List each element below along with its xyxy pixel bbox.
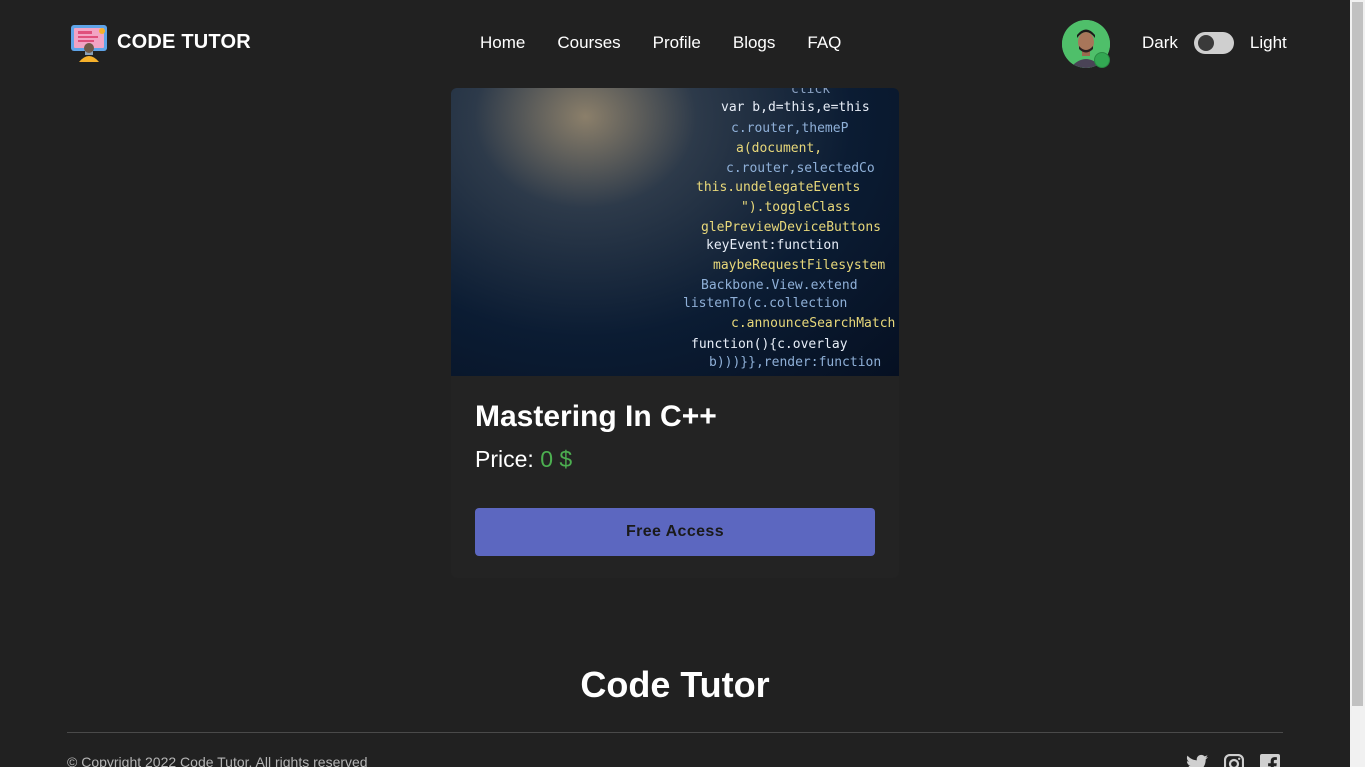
nav-faq[interactable]: FAQ xyxy=(807,33,841,53)
page: CODE TUTOR Home Courses Profile Blogs FA… xyxy=(0,0,1350,767)
code-line: keyEvent:function xyxy=(706,238,840,253)
code-line: maybeRequestFilesystem xyxy=(713,258,886,273)
twitter-icon[interactable] xyxy=(1186,754,1208,767)
price-value: 0 $ xyxy=(540,446,573,472)
theme-switch: Dark Light xyxy=(1142,32,1287,54)
code-line: b)))}},render:function xyxy=(709,355,882,370)
nav-blogs[interactable]: Blogs xyxy=(733,33,776,53)
course-image: click var b,d=this,e=this c.router,theme… xyxy=(451,88,899,376)
copyright-text: © Copyright 2022 Code Tutor. All rights … xyxy=(67,754,368,767)
social-links xyxy=(1186,754,1280,767)
course-title: Mastering In C++ xyxy=(475,400,717,433)
facebook-icon[interactable] xyxy=(1260,754,1280,767)
code-line: var b,d=this,e=this xyxy=(721,100,870,115)
course-price: Price: 0 $ xyxy=(475,446,572,473)
price-label: Price: xyxy=(475,446,534,472)
brand[interactable]: CODE TUTOR xyxy=(69,22,251,62)
nav-links: Home Courses Profile Blogs FAQ xyxy=(480,33,841,53)
scrollbar-thumb[interactable] xyxy=(1352,2,1363,706)
code-line: this.undelegateEvents xyxy=(696,180,861,195)
theme-toggle[interactable] xyxy=(1193,32,1234,54)
code-line: c.router,selectedCo xyxy=(726,161,875,176)
code-line: function(){c.overlay xyxy=(691,337,848,352)
footer-title: Code Tutor xyxy=(580,664,770,705)
brand-name: CODE TUTOR xyxy=(117,30,251,53)
code-line: glePreviewDeviceButtons xyxy=(701,220,882,235)
free-access-button[interactable]: Free Access xyxy=(475,508,875,556)
navbar: CODE TUTOR Home Courses Profile Blogs FA… xyxy=(67,0,1287,88)
computer-monitor-icon xyxy=(69,22,109,62)
light-label: Light xyxy=(1249,33,1287,52)
code-line: c.announceSearchMatch xyxy=(731,316,896,331)
instagram-icon[interactable] xyxy=(1224,754,1244,767)
vertical-scrollbar[interactable] xyxy=(1350,0,1365,767)
nav-home[interactable]: Home xyxy=(480,33,525,53)
code-line: c.router,themeP xyxy=(731,121,849,136)
nav-courses[interactable]: Courses xyxy=(557,33,620,53)
toggle-knob xyxy=(1197,35,1214,51)
code-line: a(document, xyxy=(736,141,823,156)
course-card: click var b,d=this,e=this c.router,theme… xyxy=(451,88,899,578)
online-status-indicator xyxy=(1094,52,1110,68)
code-line: click xyxy=(791,88,831,97)
nav-profile[interactable]: Profile xyxy=(653,33,701,53)
footer-divider xyxy=(67,732,1283,733)
dark-label: Dark xyxy=(1142,33,1178,52)
code-line: listenTo(c.collection xyxy=(683,296,848,311)
code-line: Backbone.View.extend xyxy=(701,278,858,293)
code-line: ").toggleClass xyxy=(741,200,851,215)
